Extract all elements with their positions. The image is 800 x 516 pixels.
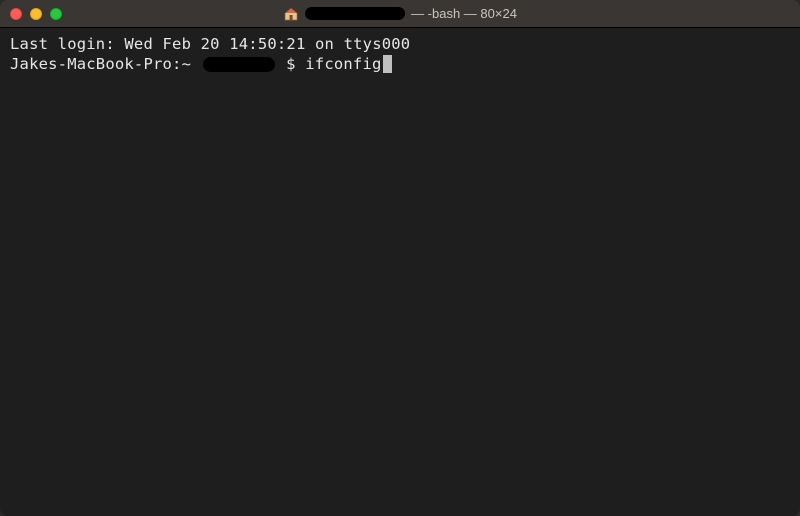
command-text: ifconfig xyxy=(305,54,381,74)
prompt-line: Jakes-MacBook-Pro:~ $ ifconfig xyxy=(10,54,790,74)
title-suffix: — -bash — 80×24 xyxy=(411,6,517,21)
cursor-icon xyxy=(383,55,392,73)
home-folder-icon xyxy=(283,6,299,22)
minimize-icon[interactable] xyxy=(30,8,42,20)
prompt-hostname: Jakes-MacBook-Pro:~ xyxy=(10,54,201,74)
close-icon[interactable] xyxy=(10,8,22,20)
terminal-body[interactable]: Last login: Wed Feb 20 14:50:21 on ttys0… xyxy=(0,28,800,516)
prompt-symbol: $ xyxy=(277,54,306,74)
redacted-title-segment xyxy=(305,7,405,20)
last-login-line: Last login: Wed Feb 20 14:50:21 on ttys0… xyxy=(10,34,790,54)
terminal-window: — -bash — 80×24 Last login: Wed Feb 20 1… xyxy=(0,0,800,516)
traffic-lights xyxy=(10,8,62,20)
window-title: — -bash — 80×24 xyxy=(283,6,517,22)
zoom-icon[interactable] xyxy=(50,8,62,20)
redacted-username xyxy=(203,57,275,72)
titlebar[interactable]: — -bash — 80×24 xyxy=(0,0,800,28)
